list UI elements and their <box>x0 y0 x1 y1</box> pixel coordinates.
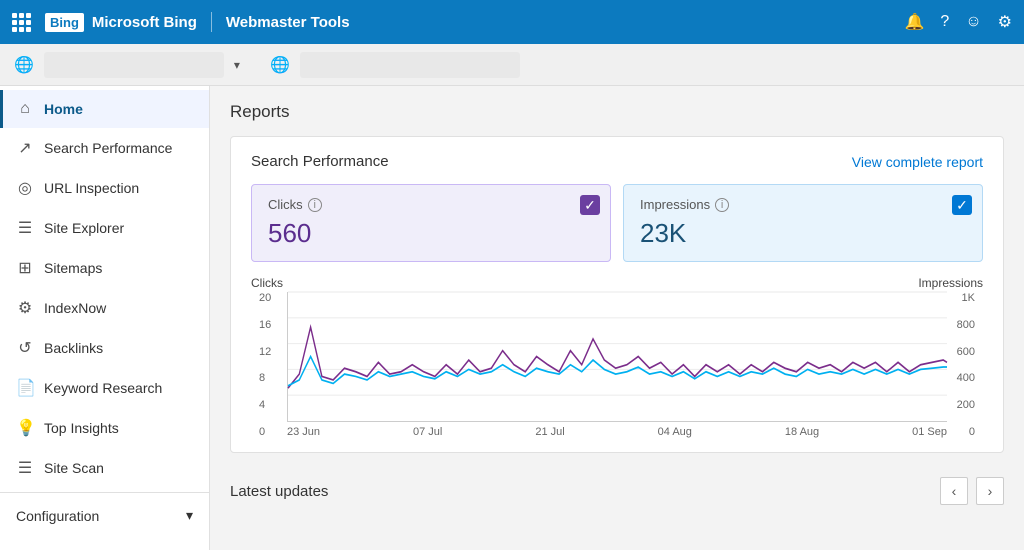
impressions-label-text: Impressions <box>640 197 710 212</box>
sidebar-item-backlinks[interactable]: ↺ Backlinks <box>0 328 209 368</box>
sitemaps-icon: ⊞ <box>16 258 34 278</box>
chart-x-labels: 23 Jun 07 Jul 21 Jul 04 Aug 18 Aug 01 Se… <box>287 422 947 438</box>
url-search-input[interactable] <box>300 52 520 78</box>
prev-arrow-button[interactable]: ‹ <box>940 477 968 505</box>
x-label-5: 18 Aug <box>785 426 819 438</box>
nav-arrows: ‹ › <box>940 477 1004 505</box>
url-bar-right: 🌐 <box>270 52 520 78</box>
x-label-6: 01 Sep <box>912 426 947 438</box>
x-label-2: 07 Jul <box>413 426 442 438</box>
main-layout: ⌂ Home ↗ Search Performance ◎ URL Inspec… <box>0 86 1024 550</box>
impressions-label: Impressions i <box>640 197 966 212</box>
sidebar-item-site-scan[interactable]: ☰ Site Scan <box>0 448 209 488</box>
page-title: Reports <box>230 102 1004 122</box>
globe-icon-left: 🌐 <box>14 55 34 75</box>
sidebar-item-site-explorer-label: Site Explorer <box>44 220 124 236</box>
impressions-value: 23K <box>640 218 966 249</box>
chart-y-labels-right: 1K 800 600 400 200 0 <box>957 292 975 438</box>
backlinks-icon: ↺ <box>16 338 34 358</box>
sidebar-item-sitemaps-label: Sitemaps <box>44 260 102 276</box>
sidebar-item-top-insights-label: Top Insights <box>44 420 119 436</box>
sidebar-item-search-performance[interactable]: ↗ Search Performance <box>0 128 209 168</box>
sidebar-item-keyword-research[interactable]: 📄 Keyword Research <box>0 368 209 408</box>
search-performance-card-title: Search Performance <box>251 153 389 170</box>
sidebar-item-sitemaps[interactable]: ⊞ Sitemaps <box>0 248 209 288</box>
chart-container: Clicks Impressions 20 16 12 8 4 0 1K 800 <box>251 276 983 436</box>
metric-row: Clicks i 560 ✓ Impressions i 23K ✓ <box>251 184 983 262</box>
top-nav: Bing Microsoft Bing Webmaster Tools 🔔 ? … <box>0 0 1024 44</box>
sidebar-item-indexnow-label: IndexNow <box>44 300 106 316</box>
app-name: Microsoft Bing <box>92 14 197 31</box>
url-inspection-icon: ◎ <box>16 178 34 198</box>
sidebar-item-search-performance-label: Search Performance <box>44 140 172 156</box>
site-scan-icon: ☰ <box>16 458 34 478</box>
next-arrow-button[interactable]: › <box>976 477 1004 505</box>
sidebar-divider <box>0 492 209 493</box>
smiley-icon[interactable]: ☺ <box>965 13 981 31</box>
x-label-1: 23 Jun <box>287 426 320 438</box>
clicks-label: Clicks i <box>268 197 594 212</box>
chart-svg <box>288 292 947 421</box>
sidebar-item-site-scan-label: Site Scan <box>44 460 104 476</box>
sidebar-item-site-explorer[interactable]: ☰ Site Explorer <box>0 208 209 248</box>
clicks-checkbox[interactable]: ✓ <box>580 195 600 215</box>
url-bar: 🌐 ▾ 🌐 <box>0 44 1024 86</box>
chart-y-labels-left: 20 16 12 8 4 0 <box>259 292 271 438</box>
impressions-metric-box: Impressions i 23K ✓ <box>623 184 983 262</box>
x-label-4: 04 Aug <box>658 426 692 438</box>
help-icon[interactable]: ? <box>940 13 949 31</box>
card-header: Search Performance View complete report <box>251 153 983 170</box>
sidebar-item-home-label: Home <box>44 101 83 117</box>
impressions-checkbox[interactable]: ✓ <box>952 195 972 215</box>
keyword-research-icon: 📄 <box>16 378 34 398</box>
search-performance-card: Search Performance View complete report … <box>230 136 1004 453</box>
latest-updates-section: Latest updates ‹ › <box>230 467 1004 505</box>
home-icon: ⌂ <box>16 100 34 118</box>
chart-right-axis-label: Impressions <box>918 276 983 290</box>
globe-icon-right: 🌐 <box>270 55 290 75</box>
sidebar-item-url-inspection[interactable]: ◎ URL Inspection <box>0 168 209 208</box>
chart-area <box>287 292 947 422</box>
impressions-info-icon[interactable]: i <box>715 198 729 212</box>
sidebar-item-top-insights[interactable]: 💡 Top Insights <box>0 408 209 448</box>
site-selector-input[interactable] <box>44 52 224 78</box>
waffle-icon[interactable] <box>12 13 31 32</box>
sidebar-item-keyword-research-label: Keyword Research <box>44 380 162 396</box>
sidebar-section-configuration[interactable]: Configuration ▾ <box>0 497 209 534</box>
brand: Bing Microsoft Bing Webmaster Tools <box>45 12 350 32</box>
latest-updates-title: Latest updates <box>230 483 328 500</box>
chart-left-axis-label: Clicks <box>251 276 283 290</box>
sidebar-item-url-inspection-label: URL Inspection <box>44 180 139 196</box>
sidebar-section-configuration-label: Configuration <box>16 508 99 524</box>
top-nav-icons: 🔔 ? ☺ ⚙ <box>904 12 1012 32</box>
content-area: Reports Search Performance View complete… <box>210 86 1024 550</box>
app-subtitle: Webmaster Tools <box>226 14 350 31</box>
clicks-label-text: Clicks <box>268 197 303 212</box>
clicks-info-icon[interactable]: i <box>308 198 322 212</box>
sidebar: ⌂ Home ↗ Search Performance ◎ URL Inspec… <box>0 86 210 550</box>
settings-icon[interactable]: ⚙ <box>998 12 1012 32</box>
indexnow-icon: ⚙ <box>16 298 34 318</box>
chart-axis-labels: Clicks Impressions <box>251 276 983 290</box>
clicks-metric-box: Clicks i 560 ✓ <box>251 184 611 262</box>
bing-logo: Bing <box>45 13 84 32</box>
top-insights-icon: 💡 <box>16 418 34 438</box>
clicks-value: 560 <box>268 218 594 249</box>
nav-separator <box>211 12 212 32</box>
sidebar-item-backlinks-label: Backlinks <box>44 340 103 356</box>
view-complete-report-link[interactable]: View complete report <box>852 154 983 170</box>
chevron-down-icon: ▾ <box>186 507 193 524</box>
bell-icon[interactable]: 🔔 <box>904 12 924 32</box>
search-performance-icon: ↗ <box>16 138 34 158</box>
site-dropdown-arrow[interactable]: ▾ <box>234 58 240 72</box>
sidebar-item-home[interactable]: ⌂ Home <box>0 90 209 128</box>
x-label-3: 21 Jul <box>535 426 564 438</box>
site-explorer-icon: ☰ <box>16 218 34 238</box>
sidebar-item-indexnow[interactable]: ⚙ IndexNow <box>0 288 209 328</box>
